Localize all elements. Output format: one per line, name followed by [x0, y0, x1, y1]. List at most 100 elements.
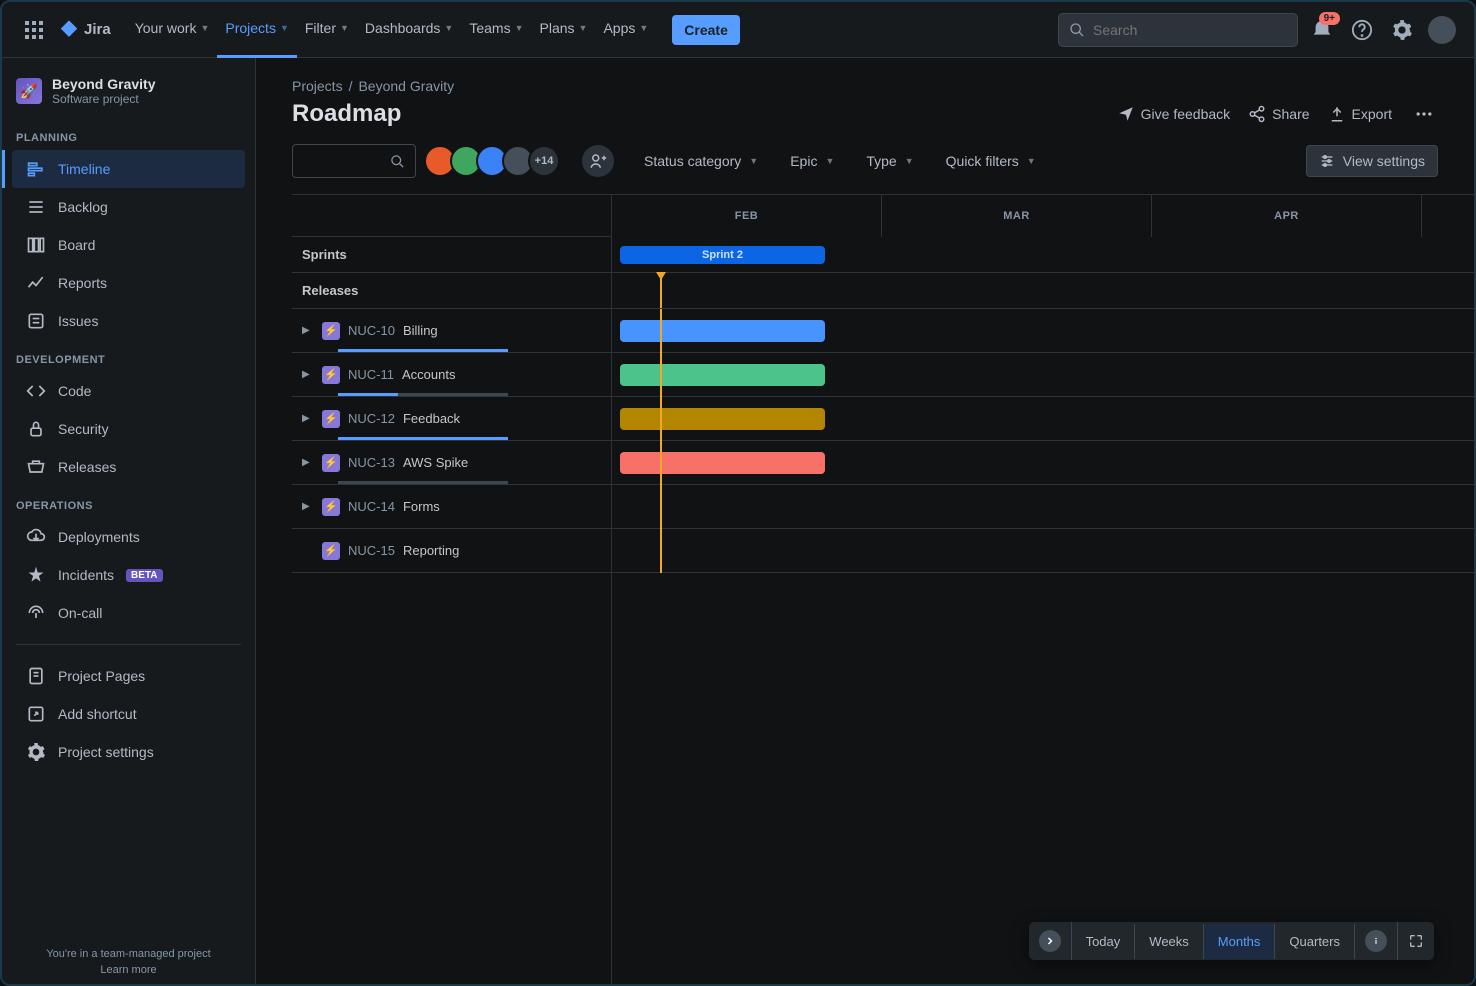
board-icon	[26, 235, 46, 255]
timeline-controls: Today Weeks Months Quarters	[1029, 922, 1434, 960]
roadmap-search[interactable]	[292, 144, 416, 178]
sidebar-item-on-call[interactable]: On-call	[12, 594, 245, 632]
sidebar-item-board[interactable]: Board	[12, 226, 245, 264]
fullscreen-icon[interactable]	[1398, 925, 1434, 957]
sidebar-item-project-pages[interactable]: Project Pages	[12, 657, 245, 695]
sprints-track: Sprint 2	[612, 237, 1474, 273]
create-button[interactable]: Create	[672, 15, 740, 45]
epic-row[interactable]: ▶⚡NUC-10Billing	[292, 309, 611, 353]
jira-logo[interactable]: Jira	[58, 19, 111, 41]
expand-icon[interactable]: ▶	[302, 325, 314, 336]
notification-badge: 9+	[1319, 12, 1340, 25]
today-button[interactable]: Today	[1072, 924, 1136, 959]
epic-name: AWS Spike	[403, 455, 468, 470]
epic-key: NUC-10	[348, 323, 395, 338]
filter-type[interactable]: Type▼	[862, 147, 917, 175]
share-button[interactable]: Share	[1248, 105, 1309, 123]
avatars-more[interactable]: +14	[528, 145, 560, 177]
epic-key: NUC-12	[348, 411, 395, 426]
nav-filter[interactable]: Filter▼	[297, 2, 357, 58]
epic-key: NUC-11	[348, 367, 394, 382]
releases-track	[612, 273, 1474, 309]
nav-dashboards[interactable]: Dashboards▼	[357, 2, 461, 58]
breadcrumb-current: Beyond Gravity	[358, 78, 454, 94]
epic-key: NUC-15	[348, 543, 395, 558]
month-header: FEB	[612, 195, 882, 237]
profile-avatar[interactable]	[1426, 14, 1458, 46]
sidebar-item-releases[interactable]: Releases	[12, 448, 245, 486]
incidents-icon	[26, 565, 46, 585]
epic-track	[612, 441, 1474, 485]
sidebar-item-add-shortcut[interactable]: Add shortcut	[12, 695, 245, 733]
epic-name: Reporting	[403, 543, 459, 558]
sprint-bar[interactable]: Sprint 2	[620, 246, 825, 264]
backlog-icon	[26, 197, 46, 217]
sidebar-item-issues[interactable]: Issues	[12, 302, 245, 340]
scroll-next-icon[interactable]	[1029, 922, 1072, 960]
page-title: Roadmap	[292, 100, 401, 128]
epic-bar[interactable]	[620, 320, 825, 342]
epic-name: Forms	[403, 499, 440, 514]
sidebar-item-deployments[interactable]: Deployments	[12, 518, 245, 556]
filter-status-category[interactable]: Status category▼	[640, 147, 762, 175]
epic-row[interactable]: ▶⚡NUC-11Accounts	[292, 353, 611, 397]
epic-bar[interactable]	[620, 452, 825, 474]
sidebar-item-security[interactable]: Security	[12, 410, 245, 448]
expand-icon[interactable]: ▶	[302, 369, 314, 380]
breadcrumb-projects[interactable]: Projects	[292, 78, 343, 94]
give-feedback-button[interactable]: Give feedback	[1117, 105, 1231, 123]
breadcrumb: Projects / Beyond Gravity	[292, 78, 1438, 94]
issues-icon	[26, 311, 46, 331]
help-icon[interactable]	[1346, 14, 1378, 46]
sidebar-item-timeline[interactable]: Timeline	[12, 150, 245, 188]
epic-row[interactable]: ▶⚡NUC-12Feedback	[292, 397, 611, 441]
security-icon	[26, 419, 46, 439]
view-settings-button[interactable]: View settings	[1306, 145, 1438, 177]
releases-row: Releases	[292, 273, 611, 309]
sidebar-item-project-settings[interactable]: Project settings	[12, 733, 245, 771]
epic-track	[612, 529, 1474, 573]
learn-more-link[interactable]: Learn more	[10, 964, 247, 976]
nav-projects[interactable]: Projects▼	[217, 2, 297, 58]
nav-apps[interactable]: Apps▼	[595, 2, 656, 58]
epic-row[interactable]: ▶⚡NUC-14Forms	[292, 485, 611, 529]
epic-row[interactable]: ▶⚡NUC-13AWS Spike	[292, 441, 611, 485]
add-people-button[interactable]	[582, 145, 614, 177]
legend-icon[interactable]	[1355, 922, 1398, 960]
reports-icon	[26, 273, 46, 293]
epic-row[interactable]: ⚡NUC-15Reporting	[292, 529, 611, 573]
sidebar-item-incidents[interactable]: IncidentsBETA	[12, 556, 245, 594]
project-icon: 🚀	[16, 78, 42, 104]
expand-icon[interactable]: ▶	[302, 413, 314, 424]
expand-icon[interactable]: ▶	[302, 501, 314, 512]
filter-epic[interactable]: Epic▼	[786, 147, 838, 175]
export-button[interactable]: Export	[1328, 105, 1392, 123]
nav-teams[interactable]: Teams▼	[461, 2, 531, 58]
settings-icon[interactable]	[1386, 14, 1418, 46]
filter-quick-filters[interactable]: Quick filters▼	[942, 147, 1040, 175]
quarters-button[interactable]: Quarters	[1275, 924, 1355, 959]
epic-bar[interactable]	[620, 364, 825, 386]
nav-plans[interactable]: Plans▼	[532, 2, 596, 58]
sprints-row: Sprints	[292, 237, 611, 273]
months-button[interactable]: Months	[1204, 924, 1276, 959]
search-input[interactable]	[1093, 22, 1287, 38]
sidebar-item-reports[interactable]: Reports	[12, 264, 245, 302]
expand-icon[interactable]: ▶	[302, 457, 314, 468]
epic-name: Accounts	[402, 367, 455, 382]
weeks-button[interactable]: Weeks	[1135, 924, 1204, 959]
code-icon	[26, 381, 46, 401]
epic-key: NUC-13	[348, 455, 395, 470]
assignee-avatars[interactable]: +14	[430, 145, 560, 177]
group-label: DEVELOPMENT	[2, 340, 255, 372]
global-search[interactable]	[1058, 13, 1298, 47]
notifications-icon[interactable]: 9+	[1306, 14, 1338, 46]
sidebar-item-code[interactable]: Code	[12, 372, 245, 410]
today-line	[660, 273, 662, 308]
more-actions-icon[interactable]	[1410, 100, 1438, 128]
project-header[interactable]: 🚀 Beyond Gravity Software project	[2, 58, 255, 118]
app-switcher-icon[interactable]	[18, 14, 50, 46]
sidebar-item-backlog[interactable]: Backlog	[12, 188, 245, 226]
nav-your-work[interactable]: Your work▼	[127, 2, 218, 58]
epic-bar[interactable]	[620, 408, 825, 430]
